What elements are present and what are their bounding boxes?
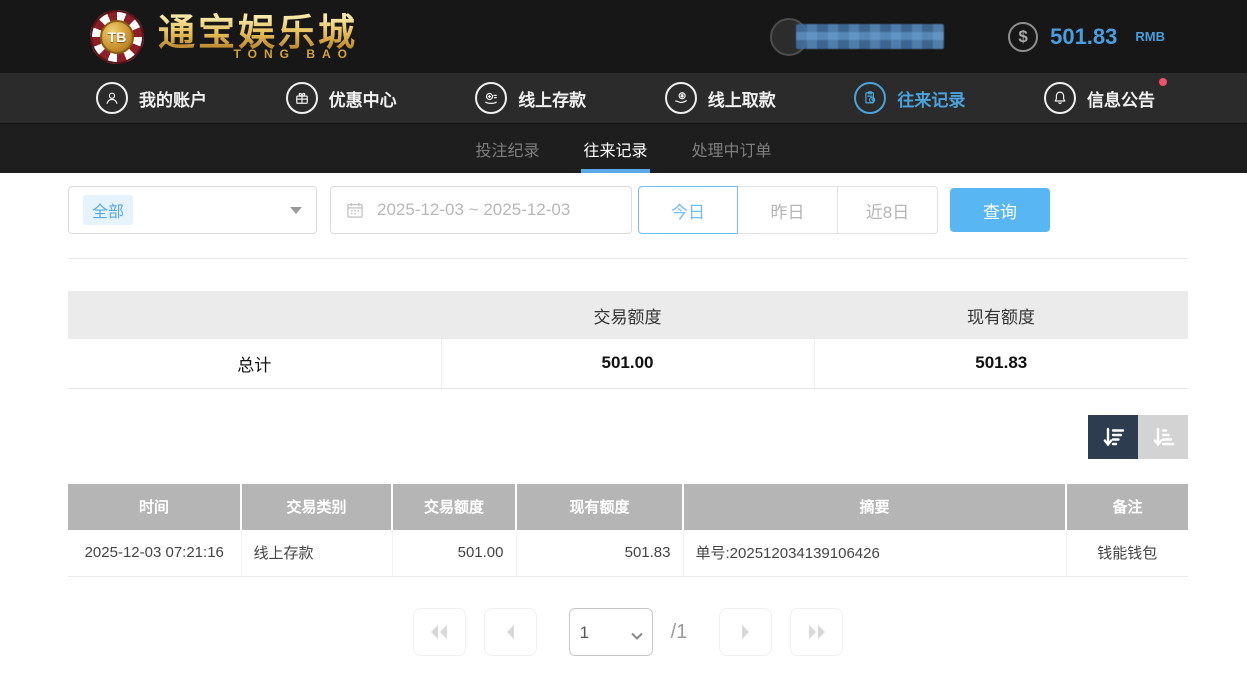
cell-transaction-type: 线上存款 [241,530,392,577]
type-select-value: 全部 [83,195,133,225]
summary-header-balance: 现有额度 [814,291,1188,339]
yesterday-button[interactable]: 昨日 [738,186,838,234]
page: TB 通宝娱乐城 TONG BAO $ 501.83 RMB 我的账 [0,0,1247,693]
type-select[interactable]: 全部 [68,186,317,234]
tab-label: 处理中订单 [692,137,772,161]
calendar-icon [345,200,365,220]
logo-title: 通宝娱乐城 [158,13,358,51]
date-range-input[interactable]: 2025-12-03 ~ 2025-12-03 [330,186,632,234]
header-summary: 摘要 [683,484,1066,530]
table-header-row: 时间 交易类别 交易额度 现有额度 摘要 备注 [68,484,1188,530]
last-8-days-button[interactable]: 近8日 [838,186,938,234]
today-button[interactable]: 今日 [638,186,738,234]
page-select[interactable]: 1 [569,608,653,656]
prev-page-icon [503,624,517,640]
chevron-down-icon [290,207,302,214]
cell-transaction-amount: 501.00 [392,530,516,577]
search-button[interactable]: 查询 [950,188,1050,232]
summary-header-empty [68,291,441,339]
page-total: /1 [671,621,688,644]
summary-transaction-total: 501.00 [441,339,814,388]
nav-label: 往来记录 [897,86,965,111]
next-page-icon [739,624,753,640]
logo-subtitle: TONG BAO [234,47,354,61]
content: 全部 2025-12-03 ~ 2025-12-03 今日 昨日 近8日 查询 … [0,186,1247,656]
nav-label: 我的账户 [139,86,207,111]
last-page-button[interactable] [790,608,843,656]
cell-summary: 单号:202512034139106426 [683,530,1066,577]
page-select-wrap: 1 [569,608,653,656]
tab-pending-orders[interactable]: 处理中订单 [690,124,774,173]
sort-desc-icon [1100,425,1126,449]
active-tab-underline [581,169,649,173]
divider [68,258,1188,259]
user-area[interactable] [770,15,944,59]
username-redacted [796,24,944,49]
gift-icon [286,82,318,114]
dollar-icon: $ [1008,22,1038,52]
sort-descending-button[interactable] [1088,415,1138,459]
top-bar: TB 通宝娱乐城 TONG BAO $ 501.83 RMB [0,0,1247,73]
sort-asc-icon [1150,425,1176,449]
nav-label: 信息公告 [1087,86,1155,111]
nav-item-promotions[interactable]: 优惠中心 [286,82,397,114]
summary-header-transaction: 交易额度 [441,291,814,339]
last-page-icon [806,624,828,640]
pagination: 1 /1 [68,608,1188,656]
tab-transaction-records[interactable]: 往来记录 [581,124,649,173]
top-right: $ 501.83 RMB [770,15,1165,59]
nav-item-online-withdraw[interactable]: 线上取款 [665,82,776,114]
nav-label: 线上取款 [708,86,776,111]
summary-table: 交易额度 现有额度 总计 501.00 501.83 [68,291,1188,389]
nav-item-online-deposit[interactable]: 线上存款 [475,82,586,114]
header-current-balance: 现有额度 [516,484,683,530]
main-nav: 我的账户 优惠中心 线上存款 线上取款 往来记录 [0,73,1247,124]
bell-icon [1044,82,1076,114]
tab-label: 投注纪录 [475,137,539,161]
summary-balance-total: 501.83 [814,339,1188,388]
cell-time: 2025-12-03 07:21:16 [68,530,241,577]
tab-bet-records[interactable]: 投注纪录 [473,124,541,173]
user-icon [96,82,128,114]
summary-total-label: 总计 [68,339,441,388]
header-transaction-amount: 交易额度 [392,484,516,530]
sort-ascending-button[interactable] [1138,415,1188,459]
nav-item-announcements[interactable]: 信息公告 [1044,82,1155,114]
cell-current-balance: 501.83 [516,530,683,577]
site-logo[interactable]: TB 通宝娱乐城 TONG BAO [90,10,358,64]
first-page-icon [428,624,450,640]
nav-item-my-account[interactable]: 我的账户 [96,82,207,114]
summary-total-row: 总计 501.00 501.83 [68,339,1188,388]
notification-dot [1159,78,1167,86]
next-page-button[interactable] [719,608,772,656]
tab-label: 往来记录 [583,137,647,161]
summary-header-row: 交易额度 现有额度 [68,291,1188,339]
records-icon [854,82,886,114]
prev-page-button[interactable] [484,608,537,656]
first-page-button[interactable] [413,608,466,656]
balance-display: $ 501.83 RMB [1008,22,1165,52]
balance-currency: RMB [1135,29,1165,44]
deposit-icon [475,82,507,114]
withdraw-icon [665,82,697,114]
nav-label: 线上存款 [518,86,586,111]
sort-row [68,415,1188,459]
sub-tab-bar: 投注纪录 往来记录 处理中订单 [0,124,1247,173]
header-remark: 备注 [1066,484,1188,530]
records-table: 时间 交易类别 交易额度 现有额度 摘要 备注 2025-12-03 07:21… [68,484,1188,578]
logo-text: 通宝娱乐城 TONG BAO [158,13,358,61]
chip-label: TB [100,20,134,54]
poker-chip-icon: TB [90,10,144,64]
date-range-value: 2025-12-03 ~ 2025-12-03 [377,200,570,220]
quick-date-group: 今日 昨日 近8日 [638,186,938,234]
filter-row: 全部 2025-12-03 ~ 2025-12-03 今日 昨日 近8日 查询 [68,186,1188,234]
nav-item-transaction-records[interactable]: 往来记录 [854,82,965,114]
header-time: 时间 [68,484,241,530]
cell-remark: 钱能钱包 [1066,530,1188,577]
nav-label: 优惠中心 [329,86,397,111]
header-transaction-type: 交易类别 [241,484,392,530]
balance-amount: 501.83 [1050,24,1117,50]
table-row: 2025-12-03 07:21:16 线上存款 501.00 501.83 单… [68,530,1188,577]
